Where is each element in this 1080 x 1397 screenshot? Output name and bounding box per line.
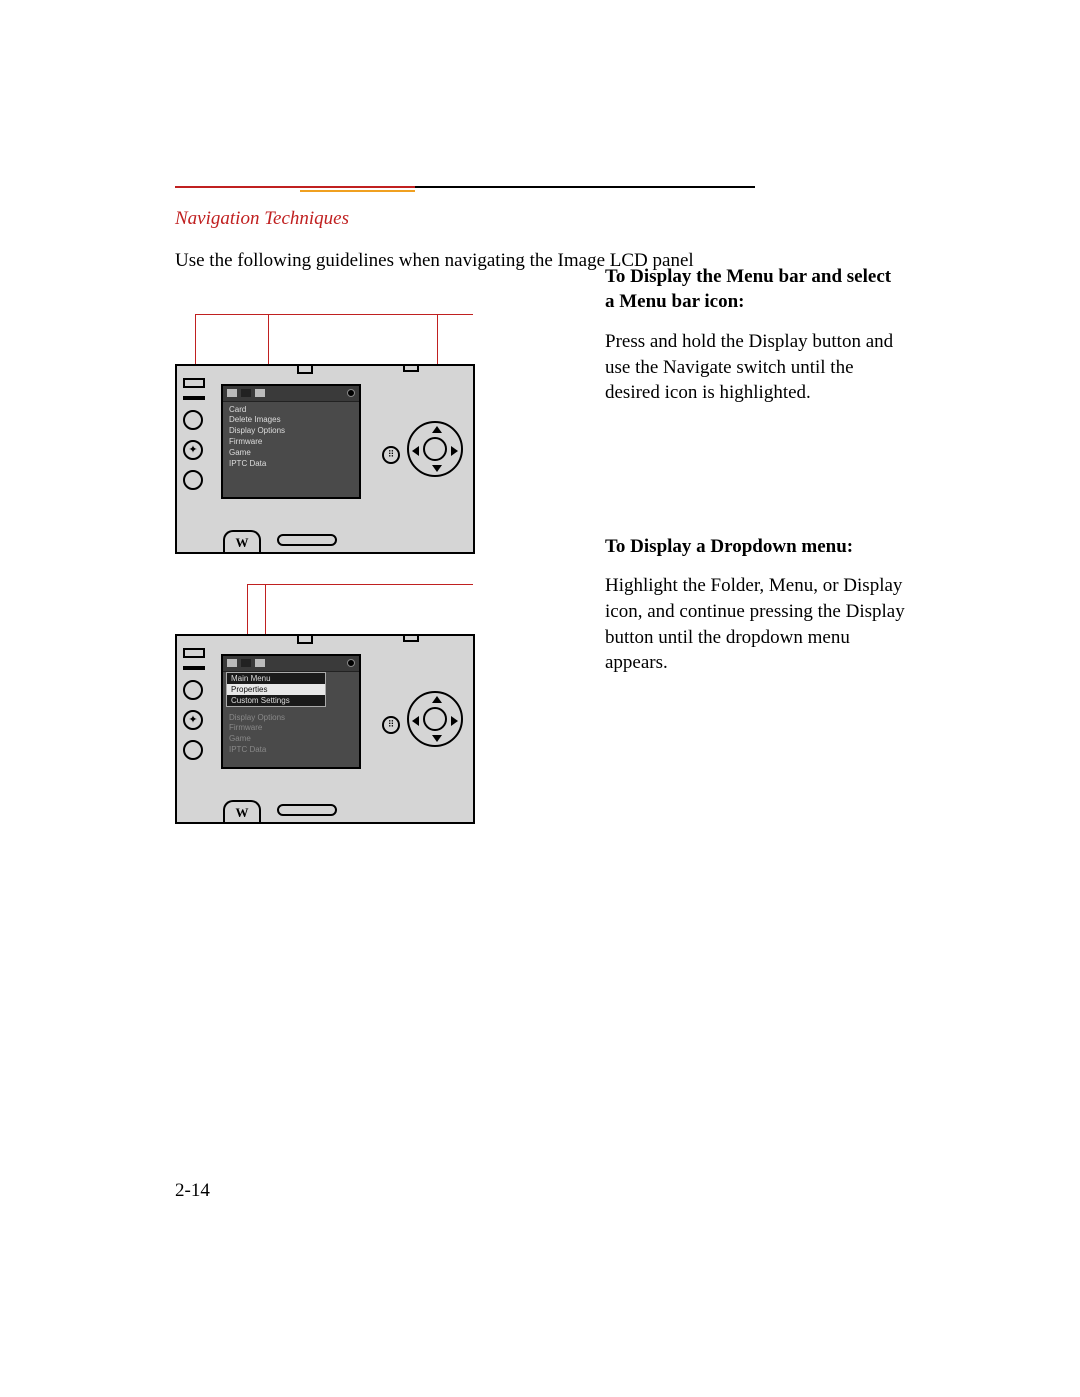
nav-down-icon [432, 465, 442, 472]
menubar-chip-icon [255, 389, 265, 397]
figure-1-wrapper: ✦ Card Delete Images Display Options F [175, 314, 485, 554]
menubar-chip-icon [241, 389, 251, 397]
menubar-chip-icon [227, 659, 237, 667]
nav-left-icon [412, 716, 419, 726]
slot-icon [183, 666, 205, 670]
instruction-body: Highlight the Folder, Menu, or Display i… [605, 573, 905, 676]
navigate-switch-icon [407, 691, 463, 747]
navigate-switch-icon [407, 421, 463, 477]
circle-button-icon [183, 410, 203, 430]
bottom-bump-icon: W [223, 530, 261, 554]
lcd-screen: Card Delete Images Display Options Firmw… [221, 384, 361, 499]
page-number: 2-14 [175, 1180, 210, 1202]
menubar-chip-icon [227, 389, 237, 397]
instruction-text-2: To Display a Dropdown menu: Highlight th… [605, 534, 905, 676]
lcd-screen: Main Menu Properties Custom Settings Dis… [221, 654, 361, 769]
lcd-menu-list: Display Options Firmware Game IPTC Data [223, 710, 359, 759]
button-column: ✦ [183, 378, 211, 500]
lcd-menu-item: Firmware [229, 723, 353, 734]
lcd-menu-item: IPTC Data [229, 459, 353, 470]
nav-down-icon [432, 735, 442, 742]
lcd-menu-list: Card Delete Images Display Options Firmw… [223, 402, 359, 473]
instruction-block-2: ✦ Main Menu Properties Custom Settings [175, 584, 915, 824]
slot-icon [183, 396, 205, 400]
instruction-body: Press and hold the Display button and us… [605, 329, 905, 406]
callout-line [195, 314, 473, 315]
circle-button-icon [183, 680, 203, 700]
lcd-menu-item: IPTC Data [229, 745, 353, 756]
circle-button-icon [183, 470, 203, 490]
dots-button-icon: ⠿ [382, 446, 400, 464]
instruction-heading: To Display the Menu bar and select a Men… [605, 264, 905, 315]
instruction-block-1: ✦ Card Delete Images Display Options F [175, 314, 915, 554]
bottom-slot-icon [277, 534, 337, 546]
button-column: ✦ [183, 648, 211, 770]
bottom-slot-icon [277, 804, 337, 816]
lcd-menu-item: Game [229, 448, 353, 459]
dots-button-icon: ⠿ [382, 716, 400, 734]
lcd-menu-item: Card [229, 405, 353, 416]
callout-line [247, 584, 473, 585]
lcd-menu-item: Display Options [229, 713, 353, 724]
camera-notch-icon [297, 634, 313, 644]
camera-illustration: ✦ Main Menu Properties Custom Settings [175, 634, 475, 824]
page-content: Navigation Techniques Use the following … [175, 186, 915, 824]
section-title: Navigation Techniques [175, 208, 915, 230]
menubar-chip-icon [255, 659, 265, 667]
lcd-menu-bar [223, 656, 359, 672]
nav-right-icon [451, 716, 458, 726]
menubar-chip-icon [241, 659, 251, 667]
figure-2-wrapper: ✦ Main Menu Properties Custom Settings [175, 584, 485, 824]
nav-left-icon [412, 446, 419, 456]
camera-notch-icon [297, 364, 313, 374]
camera-illustration: ✦ Card Delete Images Display Options F [175, 364, 475, 554]
rect-button-icon [183, 378, 205, 388]
camera-notch-icon [403, 364, 419, 372]
circle-button-icon [183, 740, 203, 760]
lcd-dropdown: Main Menu Properties Custom Settings [226, 672, 326, 707]
nav-right-icon [451, 446, 458, 456]
menubar-dot-icon [347, 659, 355, 667]
lcd-menu-item: Delete Images [229, 415, 353, 426]
instruction-text-1: To Display the Menu bar and select a Men… [605, 264, 905, 406]
camera-notch-icon [403, 634, 419, 642]
lcd-menu-bar [223, 386, 359, 402]
nav-up-icon [432, 696, 442, 703]
dropdown-item-highlighted: Properties [227, 684, 325, 695]
rect-button-icon [183, 648, 205, 658]
diamond-button-icon: ✦ [183, 440, 203, 460]
dropdown-item: Custom Settings [227, 695, 325, 706]
bottom-bump-icon: W [223, 800, 261, 824]
nav-up-icon [432, 426, 442, 433]
dropdown-item: Main Menu [227, 673, 325, 684]
menubar-dot-icon [347, 389, 355, 397]
lcd-menu-item: Game [229, 734, 353, 745]
lcd-menu-item: Display Options [229, 426, 353, 437]
diamond-button-icon: ✦ [183, 710, 203, 730]
lcd-menu-item: Firmware [229, 437, 353, 448]
instruction-heading: To Display a Dropdown menu: [605, 534, 905, 560]
